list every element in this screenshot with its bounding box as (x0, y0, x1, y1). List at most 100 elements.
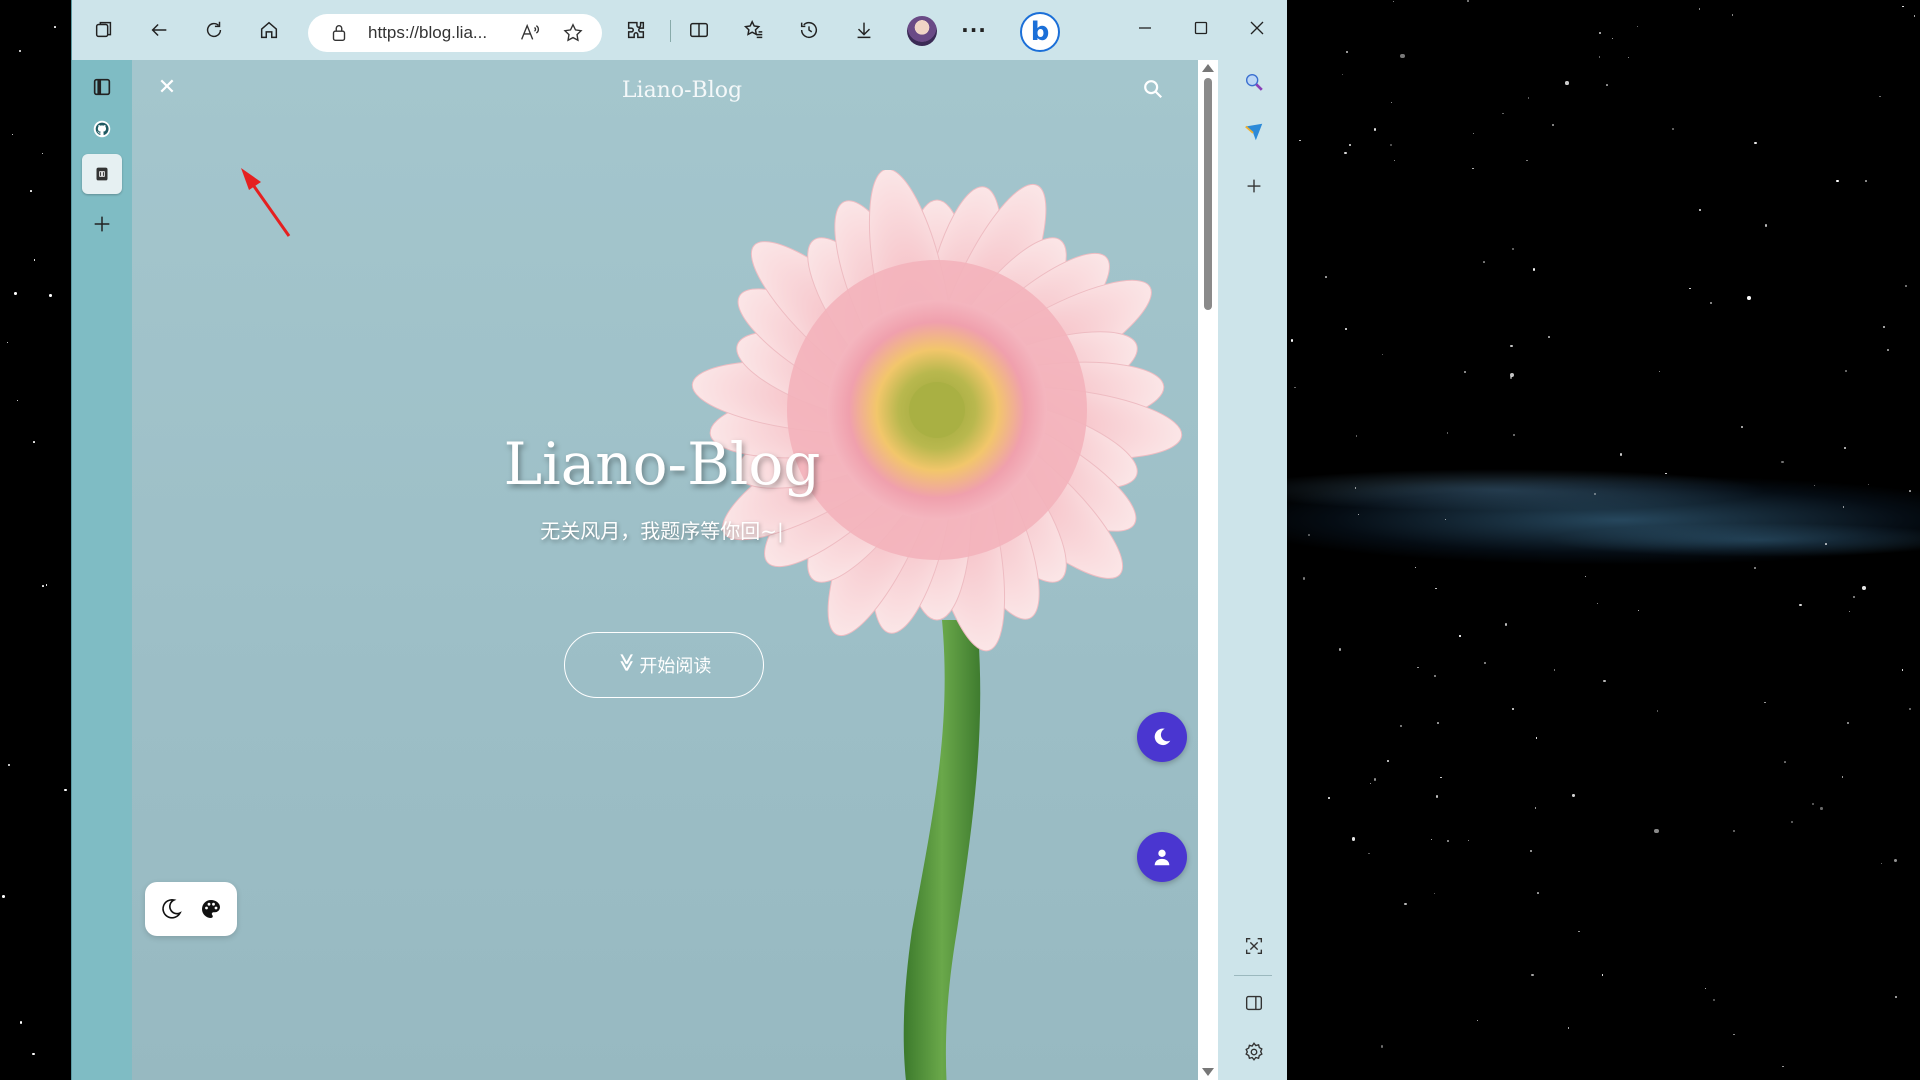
star (1467, 839, 1469, 841)
add-icon[interactable] (82, 204, 122, 244)
star (1820, 807, 1823, 810)
sidebar-icon[interactable] (1240, 989, 1268, 1017)
star (1390, 101, 1393, 104)
nav-site-title[interactable]: Liano-Blog (552, 78, 812, 103)
split-screen-icon[interactable] (683, 14, 715, 46)
profile-avatar[interactable] (907, 16, 937, 46)
chevron-down-icon: ≫ (615, 652, 637, 672)
star (1526, 159, 1528, 162)
star (1502, 112, 1504, 114)
star (1512, 434, 1516, 437)
search-icon[interactable] (1142, 78, 1166, 102)
star (1368, 852, 1370, 855)
star (1341, 73, 1344, 75)
lock-icon[interactable] (328, 22, 350, 44)
start-reading-button[interactable]: ≫ 开始阅读 (564, 632, 764, 698)
star (1532, 268, 1535, 271)
workspaces-icon[interactable] (88, 14, 120, 46)
favorites-icon[interactable] (738, 14, 770, 46)
github-icon[interactable] (82, 109, 122, 149)
palette-icon[interactable] (199, 897, 223, 921)
scroll-up-arrow[interactable] (1202, 64, 1214, 72)
star (1893, 858, 1897, 862)
star (1440, 776, 1442, 779)
star (1886, 349, 1889, 352)
scroll-down-arrow[interactable] (1202, 1068, 1214, 1076)
star (1404, 902, 1407, 905)
star (1417, 666, 1419, 669)
user-button[interactable] (1137, 832, 1187, 882)
star (1836, 179, 1839, 182)
history-icon[interactable] (793, 14, 825, 46)
home-icon[interactable] (253, 14, 285, 46)
start-reading-label: 开始阅读 (639, 656, 712, 677)
star (1351, 837, 1356, 841)
extensions-icon[interactable] (620, 14, 652, 46)
star-icon[interactable] (562, 22, 584, 44)
star (1799, 603, 1802, 606)
star (1901, 5, 1904, 8)
star (1373, 128, 1377, 131)
settings-icon[interactable] (1240, 1038, 1268, 1066)
back-icon[interactable] (143, 14, 175, 46)
bing-icon[interactable]: b (1020, 12, 1060, 52)
star (7, 763, 11, 766)
star (1732, 14, 1734, 16)
star (1509, 372, 1514, 377)
star (1914, 15, 1916, 17)
add-icon[interactable] (1240, 172, 1268, 200)
star (1430, 838, 1432, 840)
minimize-button[interactable] (1122, 12, 1168, 44)
star (1373, 778, 1377, 781)
star (1527, 97, 1529, 99)
download-icon[interactable] (848, 14, 880, 46)
star (1733, 1033, 1735, 1036)
star (1299, 139, 1301, 142)
moon-icon (1154, 728, 1171, 746)
star (1399, 724, 1402, 727)
theme-panel (145, 882, 237, 936)
star (1512, 247, 1515, 250)
star (1369, 783, 1371, 785)
url-text[interactable]: https://blog.lia... (368, 23, 487, 43)
star (53, 26, 56, 29)
star (1843, 446, 1846, 449)
star (1654, 828, 1659, 834)
close-window-button[interactable] (1234, 12, 1280, 44)
star (1895, 996, 1898, 999)
maximize-button[interactable] (1178, 12, 1224, 44)
moon-icon[interactable] (159, 897, 183, 921)
star (1435, 588, 1437, 590)
star (1308, 534, 1310, 537)
star (1386, 760, 1389, 763)
star (12, 133, 14, 135)
star (1346, 51, 1349, 54)
star (1841, 775, 1844, 778)
dark-mode-toggle-button[interactable] (1137, 712, 1187, 762)
star (1472, 167, 1474, 170)
search-icon[interactable] (1240, 68, 1268, 96)
screenshot-icon[interactable] (1240, 932, 1268, 960)
more-icon[interactable]: ··· (958, 14, 990, 46)
blog-tab-icon[interactable] (82, 154, 122, 194)
scroll-thumb[interactable] (1204, 78, 1212, 310)
read-aloud-icon[interactable] (518, 22, 540, 44)
send-icon[interactable] (1240, 118, 1268, 146)
address-bar[interactable]: https://blog.lia... (308, 14, 602, 52)
star (33, 440, 36, 443)
star (1848, 611, 1851, 613)
close-menu-button[interactable]: ✕ (154, 74, 180, 100)
page-scrollbar[interactable] (1198, 60, 1218, 1080)
star (1325, 276, 1328, 278)
star (1584, 575, 1586, 577)
tab-icon[interactable] (82, 67, 122, 107)
star (1551, 123, 1554, 126)
star (1433, 892, 1435, 894)
star (1400, 53, 1405, 59)
star (1446, 432, 1449, 434)
refresh-icon[interactable] (198, 14, 230, 46)
star (1713, 999, 1716, 1002)
star (1812, 803, 1814, 806)
page-viewport: ✕ Liano-Blog Liano-Blog 无关风月，我题序等你回~| ≫ … (132, 60, 1198, 1080)
toolbar-divider (670, 20, 671, 42)
